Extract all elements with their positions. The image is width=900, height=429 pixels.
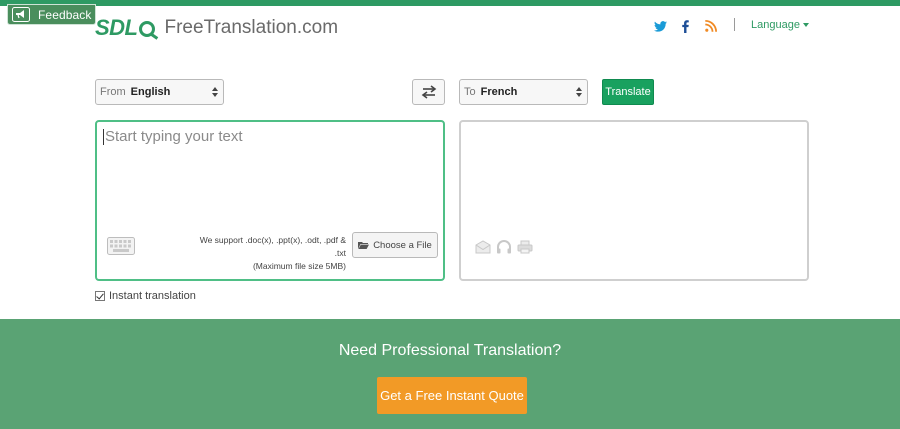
- language-label: Language: [751, 19, 800, 31]
- instant-label: Instant translation: [109, 290, 196, 302]
- swap-languages-button[interactable]: [412, 79, 445, 105]
- choose-file-label: Choose a File: [373, 239, 432, 251]
- select-arrows-icon: [212, 87, 218, 97]
- from-language-select[interactable]: From English: [95, 79, 224, 105]
- facebook-icon: [682, 19, 689, 33]
- twitter-link[interactable]: [654, 18, 667, 34]
- translation-output: [459, 120, 809, 281]
- source-text-input[interactable]: Start typing your text We support .doc(x…: [95, 120, 445, 281]
- banner-headline: Need Professional Translation?: [338, 342, 562, 359]
- to-language-select[interactable]: To French: [459, 79, 588, 105]
- headphones-icon[interactable]: [496, 240, 512, 254]
- megaphone-icon: [12, 7, 30, 22]
- rss-link[interactable]: [705, 18, 717, 34]
- choose-file-button[interactable]: Choose a File: [352, 232, 438, 258]
- logo-mark: SDL: [95, 15, 138, 40]
- twitter-icon: [654, 20, 667, 32]
- support-size: (Maximum file size 5MB): [252, 261, 346, 271]
- swap-icon: [421, 85, 436, 99]
- page: Feedback SDL FreeTranslation.com Languag…: [0, 0, 900, 429]
- feedback-label: Feedback: [38, 7, 92, 22]
- logo-brand: FreeTranslation.com: [164, 17, 339, 38]
- text-cursor: [103, 129, 104, 145]
- source-placeholder: Start typing your text: [105, 128, 243, 145]
- print-icon[interactable]: [517, 240, 533, 254]
- rss-icon: [705, 20, 717, 32]
- instant-checkbox[interactable]: [95, 291, 105, 301]
- feedback-button[interactable]: Feedback: [7, 4, 96, 25]
- caret-down-icon: [802, 23, 809, 28]
- file-support-note: We support .doc(x), .ppt(x), .odt, .pdf …: [193, 234, 346, 273]
- site-logo[interactable]: SDL FreeTranslation.com: [95, 14, 338, 42]
- keyboard-icon[interactable]: [107, 237, 135, 255]
- to-value: French: [480, 86, 518, 98]
- from-value: English: [130, 86, 171, 98]
- logo-circle: [138, 21, 155, 37]
- to-label: To: [464, 86, 476, 98]
- folder-open-icon: [358, 242, 370, 249]
- language-dropdown[interactable]: Language: [751, 19, 809, 31]
- header-divider: [734, 18, 735, 31]
- translate-button[interactable]: Translate: [602, 79, 654, 105]
- select-arrows-icon: [576, 87, 582, 97]
- get-quote-button[interactable]: Get a Free Instant Quote: [377, 377, 527, 414]
- facebook-link[interactable]: [682, 18, 689, 34]
- top-accent-bar: [0, 0, 900, 6]
- professional-translation-banner: Need Professional Translation? Get a Fre…: [0, 319, 900, 429]
- from-label: From: [100, 86, 126, 98]
- email-icon[interactable]: [475, 240, 491, 254]
- support-formats: We support .doc(x), .ppt(x), .odt, .pdf …: [199, 235, 346, 258]
- instant-translation-toggle[interactable]: Instant translation: [95, 290, 196, 302]
